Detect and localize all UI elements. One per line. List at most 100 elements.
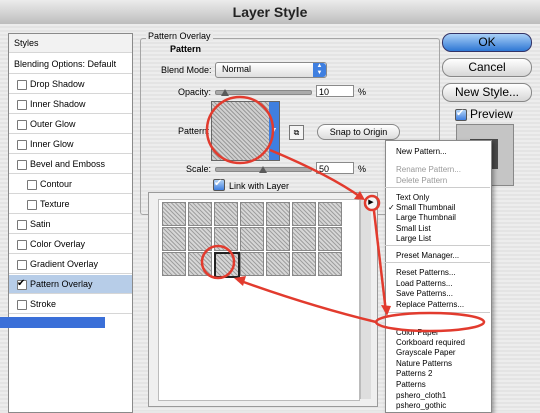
styles-list-header[interactable]: Styles	[9, 34, 132, 53]
checkbox[interactable]	[17, 160, 27, 170]
opacity-slider-knob[interactable]	[220, 89, 229, 96]
checkmark-icon: ✓	[388, 203, 395, 212]
style-item-contour[interactable]: Contour	[9, 175, 132, 194]
pattern-thumbnail[interactable]	[266, 227, 290, 251]
checkbox[interactable]	[17, 100, 27, 110]
opacity-input[interactable]: 10	[316, 85, 354, 97]
pattern-thumbnail[interactable]	[240, 252, 264, 276]
styles-list: Styles Blending Options: Default Drop Sh…	[8, 33, 133, 413]
style-item-label: Color Overlay	[30, 239, 86, 249]
style-item-label: Drop Shadow	[30, 79, 85, 89]
pattern-dropdown-arrow-icon[interactable]: ▼	[269, 101, 280, 161]
menu-item[interactable]: Large Thumbnail	[396, 213, 456, 223]
style-item-label: Texture	[40, 199, 70, 209]
menu-separator	[385, 262, 490, 263]
style-item-satin[interactable]: Satin	[9, 215, 132, 234]
checkmark-icon: ✔	[456, 108, 465, 119]
cancel-button[interactable]: Cancel	[442, 58, 532, 77]
menu-item[interactable]: Text Only	[396, 193, 429, 203]
blending-options-item[interactable]: Blending Options: Default	[9, 55, 132, 74]
pattern-thumbnail[interactable]	[318, 202, 342, 226]
menu-item[interactable]: Patterns 2	[396, 369, 432, 379]
scale-slider-knob[interactable]	[258, 166, 267, 173]
checkbox[interactable]	[17, 260, 27, 270]
checkbox[interactable]	[17, 300, 27, 310]
pattern-thumbnail[interactable]	[240, 227, 264, 251]
style-item-pattern-overlay[interactable]: ✔ Pattern Overlay	[9, 275, 132, 294]
style-item-outer-glow[interactable]: Outer Glow	[9, 115, 132, 134]
checkbox[interactable]	[17, 240, 27, 250]
menu-item[interactable]: Load Patterns...	[396, 279, 452, 289]
menu-separator	[385, 312, 490, 313]
snap-to-origin-button[interactable]: Snap to Origin	[317, 124, 400, 140]
pattern-label: Pattern:	[178, 126, 210, 136]
preview-label: Preview	[470, 107, 513, 121]
menu-item[interactable]: Patterns	[396, 380, 426, 390]
pattern-thumbnail[interactable]	[188, 227, 212, 251]
style-item-inner-glow[interactable]: Inner Glow	[9, 135, 132, 154]
pattern-thumbnail[interactable]	[292, 252, 316, 276]
menu-item[interactable]: Corkboard required	[396, 338, 465, 348]
pattern-thumbnail[interactable]	[266, 202, 290, 226]
menu-item[interactable]: Replace Patterns...	[396, 300, 464, 310]
menu-item[interactable]: Grayscale Paper	[396, 348, 456, 358]
scale-input[interactable]: 50	[316, 162, 354, 174]
picker-menu-arrow-icon[interactable]: ▶	[364, 196, 378, 210]
style-item-texture[interactable]: Texture	[9, 195, 132, 214]
pattern-thumbnail[interactable]	[188, 252, 212, 276]
picker-scrollbar[interactable]	[360, 199, 371, 399]
menu-item[interactable]: New Pattern...	[396, 147, 447, 157]
pattern-thumbnail[interactable]	[162, 227, 186, 251]
new-style-button[interactable]: New Style...	[442, 83, 532, 102]
pattern-thumbnail[interactable]	[214, 227, 238, 251]
menu-item[interactable]: Preset Manager...	[396, 251, 459, 261]
scale-label: Scale:	[186, 164, 212, 174]
style-item-bevel-emboss[interactable]: Bevel and Emboss	[9, 155, 132, 174]
checkbox[interactable]	[27, 200, 37, 210]
pattern-thumbnail[interactable]	[214, 202, 238, 226]
menu-item[interactable]: Reset Patterns...	[396, 268, 456, 278]
menu-item[interactable]: Save Patterns...	[396, 289, 453, 299]
pattern-thumbnail[interactable]	[188, 202, 212, 226]
checkbox[interactable]	[17, 120, 27, 130]
menu-item[interactable]: Nature Patterns	[396, 359, 452, 369]
select-arrows-icon: ▲ ▼	[313, 63, 326, 77]
menu-separator	[385, 245, 490, 246]
menu-item[interactable]: pshero_cloth1	[396, 391, 446, 401]
blend-mode-select[interactable]: Normal ▲ ▼	[215, 62, 327, 78]
checkmark-icon: ✔	[214, 178, 223, 189]
pattern-thumbnail[interactable]	[266, 252, 290, 276]
style-item-stroke[interactable]: Stroke	[9, 295, 132, 314]
style-item-label: Contour	[40, 179, 73, 189]
menu-item[interactable]: pshero_gothic	[396, 401, 446, 411]
menu-item[interactable]: Color Paper	[396, 328, 439, 338]
style-item-color-overlay[interactable]: Color Overlay	[9, 235, 132, 254]
checkbox[interactable]	[17, 140, 27, 150]
pattern-thumbnail[interactable]	[214, 252, 240, 278]
opacity-slider[interactable]	[215, 90, 312, 95]
pattern-thumbnail[interactable]	[318, 252, 342, 276]
blend-mode-value: Normal	[222, 64, 252, 74]
pattern-thumbnail[interactable]	[292, 202, 316, 226]
menu-item[interactable]: Large List	[396, 234, 431, 244]
pattern-thumbnail[interactable]	[318, 227, 342, 251]
checkbox[interactable]	[17, 220, 27, 230]
ok-button[interactable]: OK	[442, 33, 532, 52]
pattern-thumbnail[interactable]	[162, 252, 186, 276]
checkbox[interactable]	[17, 80, 27, 90]
blend-mode-label: Blend Mode:	[161, 65, 212, 75]
menu-highlight	[0, 317, 105, 328]
menu-item[interactable]: Small List	[396, 224, 431, 234]
menu-item[interactable]: Small Thumbnail	[396, 203, 455, 213]
checkbox[interactable]	[27, 180, 37, 190]
new-preset-icon[interactable]: ⧉	[289, 125, 304, 140]
pattern-swatch[interactable]	[211, 101, 271, 161]
pattern-thumbnail[interactable]	[162, 202, 186, 226]
pattern-thumbnail[interactable]	[292, 227, 316, 251]
pattern-thumbnail[interactable]	[240, 202, 264, 226]
style-item-gradient-overlay[interactable]: Gradient Overlay	[9, 255, 132, 274]
styles-header-label: Styles	[14, 38, 39, 48]
menu-item[interactable]: Artist Surfaces	[396, 317, 448, 327]
style-item-drop-shadow[interactable]: Drop Shadow	[9, 75, 132, 94]
style-item-inner-shadow[interactable]: Inner Shadow	[9, 95, 132, 114]
